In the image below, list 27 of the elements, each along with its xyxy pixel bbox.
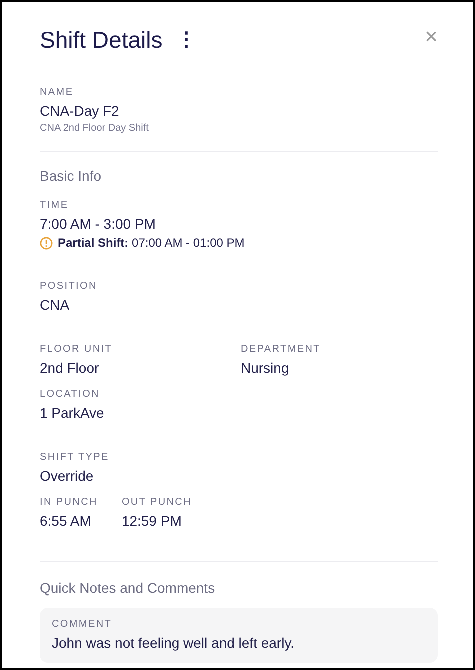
field-label: SHIFT TYPE <box>40 452 110 463</box>
field-label: LOCATION <box>40 389 101 400</box>
shift-description: CNA 2nd Floor Day Shift <box>40 123 150 134</box>
field-value: 2nd Floor <box>40 360 100 376</box>
field-value: Nursing <box>241 360 290 376</box>
field-value: 1 ParkAve <box>40 405 106 421</box>
field-label: OUT PUNCH <box>122 497 192 508</box>
field-value: 12:59 PM <box>122 513 183 529</box>
field-label: COMMENT <box>52 619 114 630</box>
partial-shift-note: Partial Shift: 07:00 AM - 01:00 PM <box>58 236 245 250</box>
section-heading: Quick Notes and Comments <box>40 580 216 596</box>
field-label: TIME <box>40 200 70 211</box>
field-label: NAME <box>40 87 75 98</box>
comment-text: John was not feeling well and left early. <box>52 635 296 651</box>
warning-icon <box>40 236 53 250</box>
field-label: IN PUNCH <box>40 497 98 508</box>
field-value: Override <box>40 468 95 484</box>
field-value: CNA <box>40 297 71 313</box>
field-value: 6:55 AM <box>40 513 92 529</box>
field-value: 7:00 AM - 3:00 PM <box>40 216 157 232</box>
shift-name: CNA-Day F2 <box>40 103 120 119</box>
field-label: DEPARTMENT <box>241 344 322 355</box>
panel-title: Shift Details <box>40 26 163 54</box>
more-menu-button[interactable]: ⋮ <box>172 30 201 50</box>
field-label: POSITION <box>40 281 98 292</box>
section-heading: Basic Info <box>40 168 102 184</box>
field-label: FLOOR UNIT <box>40 344 114 355</box>
